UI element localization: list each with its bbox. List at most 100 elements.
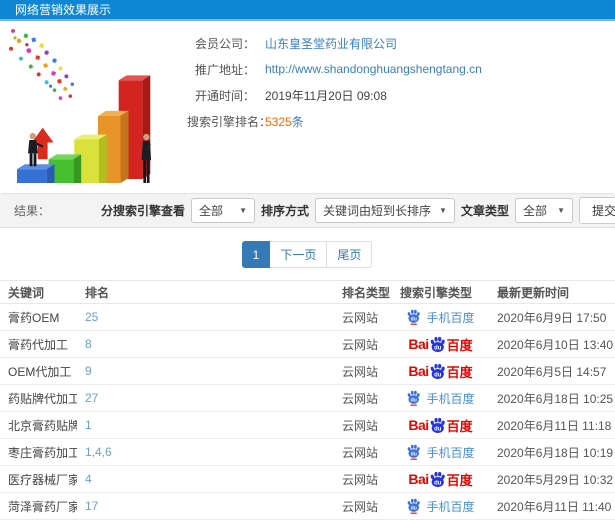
mobile-baidu-label: du 手机百度 — [406, 390, 475, 407]
svg-text:du: du — [434, 345, 442, 351]
company-link[interactable]: 山东皇圣堂药业有限公司 — [265, 35, 397, 52]
rank-type-cell: 云网站 — [334, 384, 392, 412]
rank-type-cell: 云网站 — [334, 465, 392, 493]
table-row: 膏药OEM 25 云网站 Bai du 百度 — [0, 303, 615, 331]
sort-filter-select[interactable]: 关键词由短到长排序 ▼ — [315, 198, 455, 223]
mobile-baidu-label: du 手机百度 — [406, 444, 475, 461]
keyword-cell: 菏泽膏药厂家 — [0, 492, 77, 520]
col-updated: 最新更新时间 — [489, 280, 615, 304]
engine-cell: Bai du 百度 du — [392, 438, 489, 466]
rank-link[interactable]: 27 — [85, 391, 98, 405]
rank-link[interactable]: 8 — [85, 337, 92, 351]
company-label: 会员公司： — [194, 36, 255, 51]
col-rank-type: 排名类型 — [334, 280, 392, 304]
svg-text:du: du — [411, 397, 417, 403]
keyword-cell: 膏药代加工 — [0, 330, 77, 358]
sort-filter-value: 关键词由短到长排序 — [323, 204, 432, 218]
company-info-panel: 会员公司： 山东皇圣堂药业有限公司 推广地址： http://www.shand… — [187, 21, 615, 193]
table-row: 菏泽膏药厂家 17 云网站 Bai du 百度 — [0, 492, 615, 520]
baidu-logo: Bai du 百度 — [408, 363, 473, 380]
rank-cell: 8 — [77, 330, 334, 358]
article-type-value: 全部 — [522, 204, 547, 218]
url-label: 推广地址： — [194, 62, 255, 77]
table-row: 医疗器械厂家 4 云网站 Bai du 百度 2020年5月29日 10:32 — [0, 465, 615, 493]
engine-cell: Bai du 百度 du — [392, 357, 489, 385]
keyword-cell: 药贴牌代加工 — [0, 384, 77, 412]
rank-count-row: 搜索引擎排名： 5325条 — [187, 112, 615, 130]
opened-value: 2019年11月20日 09:08 — [265, 88, 387, 103]
engine-cell: Bai du 百度 du — [392, 492, 489, 520]
article-type-select[interactable]: 全部 ▼ — [514, 198, 573, 223]
updated-cell: 2020年6月11日 11:40 — [489, 492, 615, 520]
rank-link[interactable]: 4 — [85, 472, 92, 486]
last-page-button[interactable]: 尾页 — [326, 241, 373, 268]
sort-filter-label: 排序方式 — [261, 204, 310, 218]
rank-count-label: 搜索引擎排名： — [187, 114, 272, 129]
engine-cell: Bai du 百度 du — [392, 465, 489, 493]
baidu-paw-icon: du — [430, 336, 445, 352]
svg-text:du: du — [434, 372, 442, 378]
mobile-baidu-icon: du — [408, 444, 421, 460]
svg-text:du: du — [411, 316, 417, 322]
rank-link[interactable]: 17 — [85, 499, 98, 513]
rank-cell: 4 — [77, 465, 334, 493]
engine-cell: Bai du 百度 du — [392, 411, 489, 439]
chevron-down-icon: ▼ — [439, 206, 447, 215]
keyword-cell: 北京膏药贴牌 — [0, 411, 77, 439]
baidu-logo: Bai du 百度 — [408, 471, 473, 488]
submit-button[interactable]: 提交 — [578, 197, 615, 224]
confetti-dots — [9, 28, 75, 100]
opened-label: 开通时间： — [194, 88, 255, 103]
pagination: 1 下一页 尾页 — [0, 241, 615, 268]
rank-link[interactable]: 1,4,6 — [85, 445, 112, 459]
page-button-current[interactable]: 1 — [241, 241, 271, 268]
mobile-baidu-label: du 手机百度 — [406, 309, 475, 326]
rank-link[interactable]: 25 — [85, 310, 98, 324]
mobile-baidu-label: du 手机百度 — [406, 498, 475, 515]
growth-chart-illustration — [9, 28, 152, 183]
table-body: 膏药OEM 25 云网站 Bai du 百度 — [0, 303, 615, 520]
rank-type-cell: 云网站 — [334, 411, 392, 439]
next-page-button[interactable]: 下一页 — [269, 241, 328, 268]
table-row: 枣庄膏药加工 1,4,6 云网站 Bai du 百度 — [0, 438, 615, 466]
engine-filter-value: 全部 — [199, 204, 224, 218]
promotion-url-link[interactable]: http://www.shandonghuangshengtang.cn — [265, 62, 482, 76]
keyword-cell: 医疗器械厂家 — [0, 465, 77, 493]
keyword-cell: 枣庄膏药加工 — [0, 438, 77, 466]
updated-cell: 2020年6月11日 11:18 — [489, 411, 615, 439]
svg-text:du: du — [411, 505, 417, 511]
company-row: 会员公司： 山东皇圣堂药业有限公司 — [187, 34, 615, 52]
baidu-logo: Bai du 百度 — [408, 336, 473, 353]
updated-cell: 2020年6月10日 13:40 — [489, 330, 615, 358]
updated-cell: 2020年5月29日 10:32 — [489, 465, 615, 493]
rank-type-cell: 云网站 — [334, 438, 392, 466]
mobile-baidu-icon: du — [408, 390, 421, 406]
rank-count-unit: 条 — [291, 114, 304, 129]
rank-cell: 17 — [77, 492, 334, 520]
url-row: 推广地址： http://www.shandonghuangshengtang.… — [187, 60, 615, 78]
filter-bar: 结果： 分搜索引擎查看 全部 ▼ 排序方式 关键词由短到长排序 ▼ 文章类型 全… — [0, 193, 615, 228]
mobile-baidu-icon: du — [408, 309, 421, 325]
rank-type-cell: 云网站 — [334, 492, 392, 520]
updated-cell: 2020年6月18日 10:25 — [489, 384, 615, 412]
rank-cell: 27 — [77, 384, 334, 412]
baidu-paw-icon: du — [430, 363, 445, 379]
col-rank: 排名 — [77, 280, 334, 304]
engine-filter-select[interactable]: 全部 ▼ — [191, 198, 256, 223]
rank-count-number: 5325 — [265, 114, 292, 129]
info-section: 会员公司： 山东皇圣堂药业有限公司 推广地址： http://www.shand… — [0, 21, 615, 193]
page-header: 网络营销效果展示 — [0, 0, 615, 21]
keyword-ranking-table: 关键词 排名 排名类型 搜索引擎类型 最新更新时间 膏药OEM 25 云网站 B… — [0, 280, 615, 520]
bar-blue — [16, 164, 55, 183]
chevron-down-icon: ▼ — [557, 206, 565, 215]
rank-link[interactable]: 9 — [85, 364, 92, 378]
baidu-paw-icon: du — [430, 417, 445, 433]
rank-cell: 1 — [77, 411, 334, 439]
article-type-label: 文章类型 — [460, 204, 509, 218]
baidu-logo: Bai du 百度 — [408, 417, 473, 434]
keyword-cell: OEM代加工 — [0, 357, 77, 385]
filter-controls: 分搜索引擎查看 全部 ▼ 排序方式 关键词由短到长排序 ▼ 文章类型 全部 ▼ … — [101, 197, 615, 224]
engine-filter-label: 分搜索引擎查看 — [101, 204, 186, 218]
col-keyword: 关键词 — [0, 280, 77, 304]
rank-link[interactable]: 1 — [85, 418, 92, 432]
